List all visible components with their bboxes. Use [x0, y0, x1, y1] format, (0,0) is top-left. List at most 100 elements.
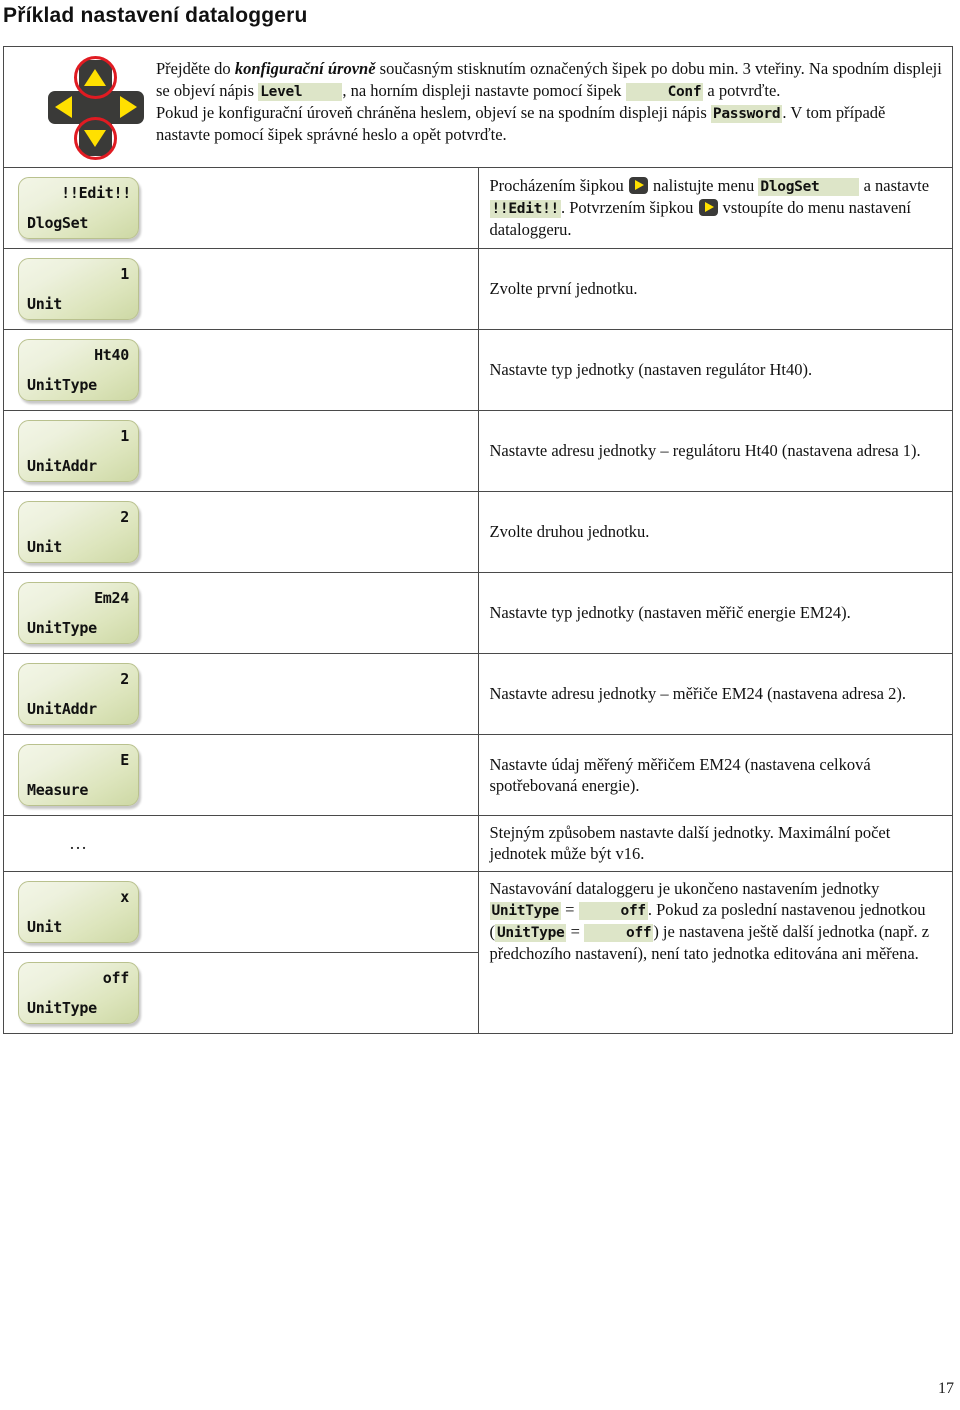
instr-part-b: nalistujte menu: [648, 176, 759, 196]
display-label: UnitAddr: [27, 457, 97, 475]
table-row: x Unit Nastavování dataloggeru je ukonče…: [3, 870, 953, 1034]
chip-unittype-1: UnitType: [489, 902, 561, 921]
instruction-cell: Nastavte typ jednotky (nastaven reguláto…: [477, 329, 953, 411]
table-row: E Measure Nastavte údaj měřený měřičem E…: [3, 734, 953, 816]
device-display: Em24 UnitType: [18, 582, 139, 644]
display-cell: x Unit: [3, 870, 479, 953]
display-value: 1: [120, 427, 129, 445]
instruction-text: Procházením šipkou nalistujte menu DlogS…: [479, 169, 953, 246]
page-title: Příklad nastavení dataloggeru: [3, 4, 308, 27]
display-value: !!Edit!!: [61, 184, 131, 202]
chip-conf: Conf: [625, 82, 704, 101]
intro-paragraph: Přejděte do konfigurační úrovně současný…: [156, 56, 942, 145]
instr-part-c: a nastavte: [859, 176, 930, 196]
intro-text-4: a potvrďte.: [703, 80, 781, 100]
display-cell: 1 Unit: [3, 248, 479, 330]
display-cell: 1 UnitAddr: [3, 410, 479, 492]
highlight-ring-down-icon: [74, 117, 117, 160]
instr-part-a: Procházením šipkou: [489, 176, 628, 196]
display-label: UnitType: [27, 619, 97, 637]
instruction-text: Zvolte druhou jednotku.: [489, 522, 650, 542]
display-label: Unit: [27, 295, 62, 313]
arrow-right-key-icon: [628, 177, 648, 195]
display-label: DlogSet: [27, 214, 89, 232]
table-row: 1 Unit Zvolte první jednotku.: [3, 248, 953, 330]
final-part-a: Nastavování dataloggeru je ukončeno nast…: [489, 878, 880, 898]
table-row-intro: Přejděte do konfigurační úrovně současný…: [3, 46, 953, 168]
intro-text-5: Pokud je konfigurační úroveň chráněna he…: [156, 102, 711, 122]
instruction-cell: Nastavte adresu jednotky – měřiče EM24 (…: [477, 653, 953, 735]
chip-level: Level: [258, 82, 343, 101]
device-display: 2 Unit: [18, 501, 139, 563]
display-cell: E Measure: [3, 734, 479, 816]
instruction-text: Nastavování dataloggeru je ukončeno nast…: [479, 872, 953, 971]
intro-text-1: Přejděte do: [156, 59, 235, 78]
device-display: Ht40 UnitType: [18, 339, 139, 401]
instruction-text: Nastavte adresu jednotky – regulátoru Ht…: [489, 441, 921, 461]
display-value: Ht40: [94, 346, 129, 364]
instruction-cell: Zvolte druhou jednotku.: [477, 491, 953, 573]
instruction-cell: Nastavte adresu jednotky – regulátoru Ht…: [477, 410, 953, 492]
instruction-cell: Nastavte typ jednotky (nastaven měřič en…: [477, 572, 953, 654]
display-label: Unit: [27, 538, 62, 556]
ellipsis-placeholder: …: [69, 832, 88, 853]
display-value: 2: [120, 508, 129, 526]
display-label: UnitType: [27, 376, 97, 394]
display-cell: Em24 UnitType: [3, 572, 479, 654]
chip-off-1: off: [578, 902, 648, 921]
display-value: E: [120, 751, 129, 769]
chip-dlogset: DlogSet: [758, 178, 860, 197]
arrow-right-icon: [120, 96, 137, 118]
display-cell: Ht40 UnitType: [3, 329, 479, 411]
final-part-d: =: [566, 922, 585, 942]
arrow-right-key-icon: [698, 199, 718, 217]
chip-password: Password: [710, 104, 783, 123]
device-display: x Unit: [18, 880, 139, 943]
device-display: !!Edit!! DlogSet: [18, 177, 139, 239]
table-row: Em24 UnitType Nastavte typ jednotky (nas…: [3, 572, 953, 654]
intro-text-3: , na horním displeji nastavte pomocí šip…: [342, 80, 626, 100]
display-label: UnitAddr: [27, 700, 97, 718]
setup-steps-table: Přejděte do konfigurační úrovně současný…: [3, 46, 953, 1034]
table-row: 1 UnitAddr Nastavte adresu jednotky – re…: [3, 410, 953, 492]
instruction-cell: Nastavování dataloggeru je ukončeno nast…: [477, 870, 953, 1034]
table-row: Ht40 UnitType Nastavte typ jednotky (nas…: [3, 329, 953, 411]
instruction-cell: Stejným způsobem nastavte další jednotky…: [477, 815, 953, 872]
table-row: … Stejným způsobem nastavte další jednot…: [3, 815, 953, 872]
instruction-text: Nastavte adresu jednotky – měřiče EM24 (…: [489, 684, 906, 704]
chip-unittype-2: UnitType: [495, 924, 567, 943]
display-cell: 2 UnitAddr: [3, 653, 479, 735]
device-display: E Measure: [18, 744, 139, 806]
instruction-text: Zvolte první jednotku.: [489, 279, 638, 299]
table-row: !!Edit!! DlogSet Procházením šipkou nali…: [3, 167, 953, 249]
instruction-cell: Zvolte první jednotku.: [477, 248, 953, 330]
device-display: 1 UnitAddr: [18, 420, 139, 482]
display-value: 2: [120, 670, 129, 688]
display-value: x: [120, 887, 129, 906]
instruction-text: Nastavte údaj měřený měřičem EM24 (nasta…: [489, 754, 871, 795]
final-part-b: =: [560, 900, 579, 920]
display-cell: off UnitType: [3, 951, 479, 1034]
display-value: off: [102, 968, 130, 987]
display-label: Unit: [27, 917, 62, 936]
device-display: 2 UnitAddr: [18, 663, 139, 725]
display-label: Measure: [27, 781, 89, 799]
display-cell: !!Edit!! DlogSet: [3, 167, 479, 249]
table-row: 2 Unit Zvolte druhou jednotku.: [3, 491, 953, 573]
page-number: 17: [938, 1380, 954, 1397]
instruction-cell: Procházením šipkou nalistujte menu DlogS…: [477, 167, 953, 249]
instruction-text: Stejným způsobem nastavte další jednotky…: [489, 823, 891, 864]
display-value: 1: [120, 265, 129, 283]
intro-cell: Přejděte do konfigurační úrovně současný…: [3, 46, 953, 168]
instruction-text: Nastavte typ jednotky (nastaven reguláto…: [489, 360, 813, 380]
display-value: Em24: [94, 589, 129, 607]
instr-part-d: . Potvrzením šipkou: [560, 198, 698, 218]
chip-edit: !!Edit!!: [489, 200, 561, 219]
four-way-keypad-illustration: [48, 56, 144, 160]
arrow-left-icon: [55, 96, 72, 118]
highlight-ring-up-icon: [74, 56, 117, 99]
display-cell: …: [3, 815, 479, 872]
device-display: off UnitType: [18, 961, 139, 1024]
instruction-cell: Nastavte údaj měřený měřičem EM24 (nasta…: [477, 734, 953, 816]
chip-off-2: off: [584, 924, 654, 943]
